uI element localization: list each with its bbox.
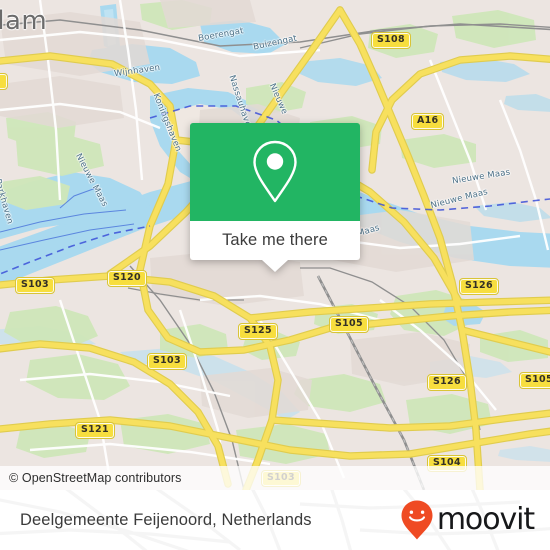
card-header: [190, 123, 360, 221]
moovit-logo[interactable]: moovit: [400, 499, 535, 541]
road-shield-s120[interactable]: S120: [107, 270, 147, 287]
moovit-location-card-screenshot: dam Wijnhaven Boerengat Buizengat Koning…: [0, 0, 550, 550]
moovit-pin-smiley-icon: [401, 500, 433, 540]
take-me-there-button[interactable]: Take me there: [222, 231, 328, 250]
card-footer[interactable]: Take me there: [190, 221, 360, 272]
road-shield-s105-east[interactable]: S105: [519, 372, 550, 389]
moovit-wordmark: moovit: [436, 502, 535, 537]
attribution-text: © OpenStreetMap contributors: [9, 471, 182, 485]
card-pointer-tail: [262, 260, 288, 272]
road-shield-s126-lower[interactable]: S126: [427, 374, 467, 391]
page-title: Deelgemeente Feijenoord, Netherlands: [20, 510, 312, 529]
road-shield-s103-west[interactable]: S103: [15, 277, 55, 294]
road-shield-s126-upper[interactable]: S126: [459, 278, 499, 295]
map-attribution-bar: © OpenStreetMap contributors: [0, 466, 550, 490]
road-shield-s125[interactable]: S125: [238, 323, 278, 340]
road-shield-s121[interactable]: S121: [75, 422, 115, 439]
map-pin-icon: [253, 140, 297, 203]
page-footer: Deelgemeente Feijenoord, Netherlands moo…: [0, 490, 550, 550]
road-shield-s103-mid[interactable]: S103: [147, 353, 187, 370]
location-callout-card[interactable]: Take me there: [190, 123, 360, 272]
road-shield-s105-mid[interactable]: S105: [329, 316, 369, 333]
road-shield-a16[interactable]: A16: [410, 113, 445, 130]
road-shield-s108[interactable]: S108: [371, 32, 411, 49]
road-shield-edge-clipped[interactable]: S: [0, 73, 8, 90]
